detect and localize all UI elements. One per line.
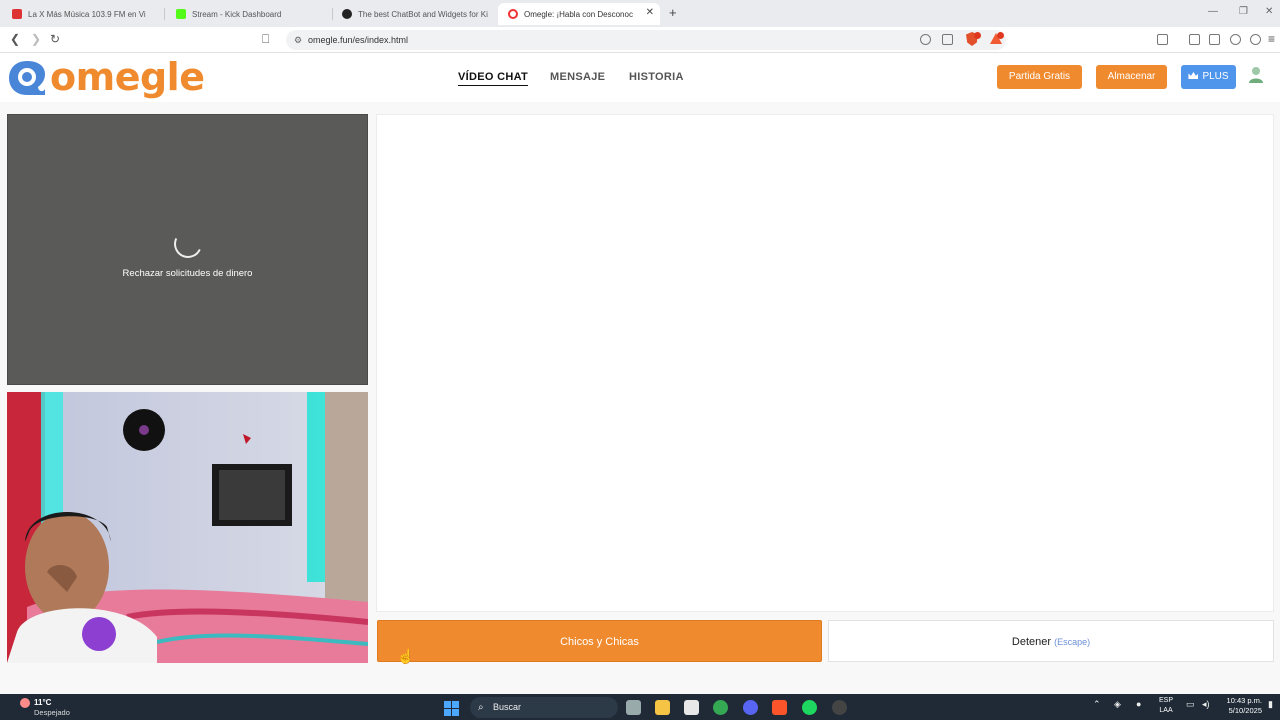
plus-button[interactable]: PLUS [1181, 65, 1236, 89]
obs-icon[interactable] [832, 700, 847, 715]
close-window-icon[interactable]: ✕ [1265, 6, 1273, 17]
search-label: Buscar [493, 702, 522, 712]
user-avatar-icon[interactable] [1248, 66, 1264, 86]
microphone-icon[interactable]: ● [1136, 699, 1141, 709]
taskbar-clock[interactable]: 10:43 p.m. 5/10/2025 [1218, 696, 1262, 716]
nav-historia[interactable]: HISTORIA [629, 71, 684, 83]
sidebar-icon[interactable] [1189, 34, 1200, 45]
extensions-icon[interactable] [1157, 34, 1168, 45]
network-icon[interactable]: ▭ [1186, 699, 1195, 710]
new-tab-button[interactable]: + [669, 5, 677, 20]
brave-icon[interactable] [772, 700, 787, 715]
browser-tab-omegle[interactable]: Omegle: ¡Habla con Desconoc ✕ [498, 3, 660, 25]
omegle-logo-icon[interactable] [7, 59, 47, 97]
video-status-message: Rechazar solicitudes de dinero [122, 268, 253, 279]
tab-title: Omegle: ¡Habla con Desconoc [524, 9, 633, 19]
windows-taskbar: 11°C Despejado ⌕ Buscar ⌃ ◈ ● ESP LAA ▭ … [0, 694, 1280, 720]
leo-ai-icon[interactable] [1230, 34, 1241, 45]
clock-time: 10:43 p.m. [1226, 696, 1262, 705]
taskbar-search[interactable]: ⌕ Buscar [470, 697, 618, 718]
address-bar[interactable]: ⚙ omegle.fun/es/index.html [286, 30, 1006, 50]
start-menu-icon[interactable] [444, 701, 459, 716]
browser-tab-chatbot[interactable]: The best ChatBot and Widgets for Ki [332, 3, 494, 25]
clock-date: 5/10/2025 [1228, 706, 1262, 715]
rewards-badge [997, 32, 1004, 39]
radio-favicon-icon [12, 9, 22, 19]
notification-icon[interactable]: ▮ [1268, 699, 1273, 710]
chat-log-panel[interactable] [376, 114, 1274, 612]
close-tab-icon[interactable]: ✕ [646, 7, 654, 18]
store-button[interactable]: Almacenar [1096, 65, 1167, 89]
weather-icon[interactable] [20, 698, 30, 708]
weather-temperature[interactable]: 11°C [34, 698, 51, 707]
plus-label: PLUS [1202, 71, 1229, 82]
hand-cursor-icon: ☝ [397, 648, 415, 664]
task-view-icon[interactable] [626, 700, 641, 715]
language-indicator[interactable]: ESP LAA [1159, 696, 1173, 716]
vpn-icon[interactable] [1250, 34, 1261, 45]
language-code: ESP [1159, 697, 1174, 704]
url-text: omegle.fun/es/index.html [308, 35, 409, 45]
self-camera-video [7, 392, 368, 663]
back-icon[interactable]: ❮ [10, 32, 20, 46]
minimize-icon[interactable]: — [1208, 6, 1218, 17]
browser-tab-radio[interactable]: La X Más Música 103.9 FM en Vi [2, 3, 158, 25]
tab-title: Stream - Kick Dashboard [192, 9, 282, 19]
shields-badge [974, 32, 981, 39]
weather-description[interactable]: Despejado [34, 708, 70, 717]
keyboard-layout: LAA [1159, 707, 1173, 714]
stranger-video-panel: Rechazar solicitudes de dinero [7, 114, 368, 385]
menu-icon[interactable]: ≡ [1268, 32, 1275, 46]
omegle-logo-text[interactable]: omegle [50, 55, 205, 99]
chrome-icon[interactable] [713, 700, 728, 715]
tab-title: La X Más Música 103.9 FM en Vi [28, 9, 146, 19]
stop-label: Detener [1011, 636, 1052, 648]
browser-tab-kick[interactable]: Stream - Kick Dashboard [166, 3, 328, 25]
loading-spinner-icon [170, 226, 206, 262]
tray-app-icon[interactable]: ◈ [1114, 699, 1121, 710]
site-info-icon[interactable]: ⚙ [294, 30, 302, 50]
site-header: omegle VÍDEO CHAT MENSAJE HISTORIA Parti… [0, 54, 1280, 102]
maximize-icon[interactable]: ❐ [1239, 6, 1248, 17]
file-explorer-icon[interactable] [655, 700, 670, 715]
stop-button[interactable]: Detener (Escape) [828, 620, 1274, 662]
reload-icon[interactable]: ↻ [50, 32, 60, 46]
kick-favicon-icon [176, 9, 186, 19]
search-icon: ⌕ [478, 702, 484, 713]
webcam-feed-image [7, 392, 368, 663]
nav-video-chat[interactable]: VÍDEO CHAT [458, 71, 529, 86]
no-tracking-icon[interactable] [920, 34, 931, 45]
tray-overflow-icon[interactable]: ⌃ [1093, 699, 1101, 710]
free-game-button[interactable]: Partida Gratis [997, 65, 1082, 89]
tab-separator [164, 8, 165, 20]
tab-title: The best ChatBot and Widgets for Ki [358, 9, 488, 19]
browser-toolbar: ❮ ❯ ↻ ⎕ ⚙ omegle.fun/es/index.html ≡ [0, 27, 1280, 53]
github-favicon-icon [342, 9, 352, 19]
escape-hint: (Escape) [1054, 637, 1091, 647]
recording-favicon-icon [508, 9, 518, 19]
volume-icon[interactable]: ◂) [1202, 699, 1210, 710]
cast-icon[interactable] [942, 34, 953, 45]
discord-icon[interactable] [743, 700, 758, 715]
forward-icon[interactable]: ❯ [31, 32, 41, 46]
bookmark-icon[interactable]: ⎕ [262, 32, 269, 47]
spotify-icon[interactable] [802, 700, 817, 715]
crown-icon [1188, 72, 1199, 79]
wallet-icon[interactable] [1209, 34, 1220, 45]
nav-mensaje[interactable]: MENSAJE [550, 71, 605, 83]
start-chat-button[interactable]: Chicos y Chicas [377, 620, 822, 662]
store-app-icon[interactable] [684, 700, 699, 715]
browser-tab-strip: La X Más Música 103.9 FM en Vi Stream - … [0, 0, 1280, 27]
